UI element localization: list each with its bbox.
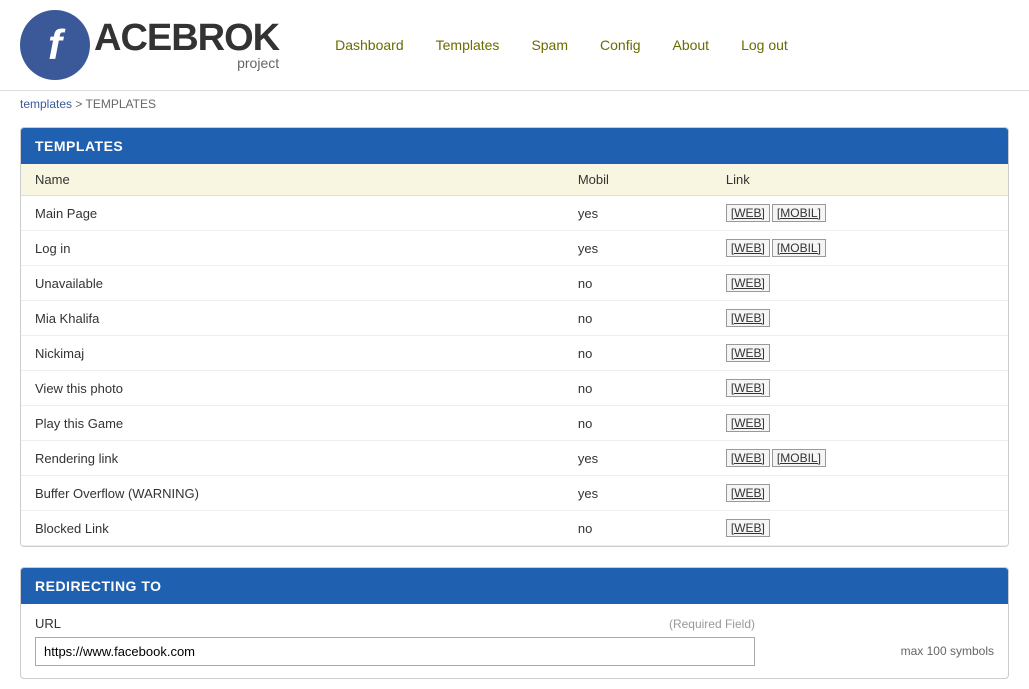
cell-mobil: yes [564,476,712,511]
cell-link: [WEB][MOBIL] [712,441,1008,476]
max-symbols-label: max 100 symbols [901,643,994,666]
url-input[interactable] [35,637,755,666]
cell-link: [WEB] [712,476,1008,511]
logo: f ACEBROK project [20,10,279,80]
link-web-btn[interactable]: [WEB] [726,484,770,502]
cell-name: Nickimaj [21,336,564,371]
templates-table-header: TEMPLATES [21,128,1008,164]
cell-mobil: no [564,511,712,546]
table-row: Nickimajno [WEB] [21,336,1008,371]
redirect-header: REDIRECTING TO [21,568,1008,604]
breadcrumb: templates > TEMPLATES [0,91,1029,117]
link-web-btn[interactable]: [WEB] [726,344,770,362]
url-label-group: URL (Required Field) [35,616,755,666]
logo-icon: f [20,10,90,80]
templates-table: Name Mobil Link Main Pageyes[WEB][MOBIL]… [21,164,1008,546]
cell-mobil: no [564,371,712,406]
table-header-row: Name Mobil Link [21,164,1008,196]
breadcrumb-link[interactable]: templates [20,97,72,111]
table-row: Rendering linkyes[WEB][MOBIL] [21,441,1008,476]
link-mobil-btn[interactable]: [MOBIL] [772,239,826,257]
cell-name: Blocked Link [21,511,564,546]
logo-name: ACEBROK [94,19,279,57]
link-web-btn[interactable]: [WEB] [726,414,770,432]
table-row: Unavailableno [WEB] [21,266,1008,301]
url-row: URL (Required Field) max 100 symbols [35,616,994,666]
nav-about[interactable]: About [656,29,725,61]
link-web-btn[interactable]: [WEB] [726,309,770,327]
link-web-btn[interactable]: [WEB] [726,239,770,257]
main-content: TEMPLATES Name Mobil Link Main Pageyes[W… [0,117,1029,689]
nav-config[interactable]: Config [584,29,656,61]
header: f ACEBROK project Dashboard Templates Sp… [0,0,1029,91]
redirect-container: REDIRECTING TO URL (Required Field) max … [20,567,1009,679]
redirect-body: URL (Required Field) max 100 symbols [21,604,1008,678]
link-mobil-btn[interactable]: [MOBIL] [772,204,826,222]
nav-templates[interactable]: Templates [420,29,516,61]
table-row: Blocked Linkno [WEB] [21,511,1008,546]
table-row: Play this Gameno [WEB] [21,406,1008,441]
max-symbols-text: max 100 symbols [901,644,994,658]
cell-link: [WEB] [712,336,1008,371]
cell-link: [WEB][MOBIL] [712,231,1008,266]
cell-mobil: no [564,266,712,301]
link-web-btn[interactable]: [WEB] [726,449,770,467]
cell-mobil: no [564,406,712,441]
nav: Dashboard Templates Spam Config About Lo… [319,29,804,61]
url-label: URL (Required Field) [35,616,755,631]
templates-table-container: TEMPLATES Name Mobil Link Main Pageyes[W… [20,127,1009,547]
cell-name: Rendering link [21,441,564,476]
cell-name: Buffer Overflow (WARNING) [21,476,564,511]
table-row: Buffer Overflow (WARNING)yes [WEB] [21,476,1008,511]
nav-spam[interactable]: Spam [515,29,584,61]
nav-dashboard[interactable]: Dashboard [319,29,420,61]
breadcrumb-current: TEMPLATES [86,97,156,111]
table-row: Main Pageyes[WEB][MOBIL] [21,196,1008,231]
cell-mobil: yes [564,441,712,476]
col-header-mobil: Mobil [564,164,712,196]
cell-name: View this photo [21,371,564,406]
cell-mobil: no [564,301,712,336]
cell-link: [WEB] [712,301,1008,336]
logo-text: ACEBROK project [94,19,279,71]
cell-name: Main Page [21,196,564,231]
link-web-btn[interactable]: [WEB] [726,204,770,222]
cell-link: [WEB][MOBIL] [712,196,1008,231]
cell-name: Play this Game [21,406,564,441]
table-row: Log inyes[WEB][MOBIL] [21,231,1008,266]
nav-logout[interactable]: Log out [725,29,804,61]
cell-name: Log in [21,231,564,266]
cell-link: [WEB] [712,266,1008,301]
url-required-text: (Required Field) [669,617,755,631]
cell-name: Mia Khalifa [21,301,564,336]
link-mobil-btn[interactable]: [MOBIL] [772,449,826,467]
cell-link: [WEB] [712,406,1008,441]
breadcrumb-separator: > [75,97,82,111]
cell-mobil: yes [564,196,712,231]
link-web-btn[interactable]: [WEB] [726,519,770,537]
cell-mobil: no [564,336,712,371]
link-web-btn[interactable]: [WEB] [726,274,770,292]
cell-link: [WEB] [712,371,1008,406]
table-row: View this photono [WEB] [21,371,1008,406]
cell-link: [WEB] [712,511,1008,546]
logo-project: project [94,55,279,71]
table-row: Mia Khalifano [WEB] [21,301,1008,336]
cell-name: Unavailable [21,266,564,301]
col-header-name: Name [21,164,564,196]
cell-mobil: yes [564,231,712,266]
url-label-text: URL [35,616,61,631]
link-web-btn[interactable]: [WEB] [726,379,770,397]
col-header-link: Link [712,164,1008,196]
